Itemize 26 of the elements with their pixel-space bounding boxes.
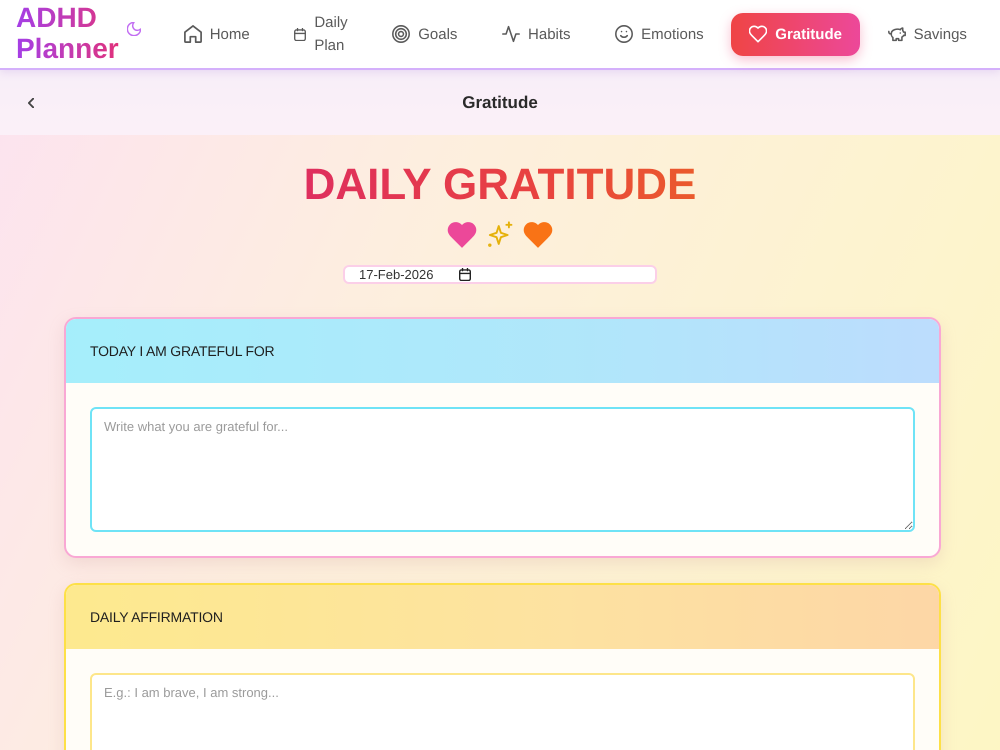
target-icon — [392, 25, 410, 43]
moon-icon[interactable] — [126, 22, 141, 36]
home-icon — [184, 25, 202, 43]
card-title: TODAY I AM GRATEFUL FOR — [90, 343, 274, 359]
nav-tab[interactable]: Goals — [375, 12, 474, 56]
nav-tab[interactable]: Habits — [485, 12, 588, 56]
text-area[interactable]: Write what you are grateful for... — [90, 407, 915, 532]
page-header-title: Gratitude — [462, 92, 538, 112]
chevron-left-icon — [28, 98, 34, 108]
text-area[interactable]: E.g.: I am brave, I am strong... — [90, 673, 915, 750]
date-field[interactable]: 17-Feb-2026 — [343, 265, 657, 284]
calendar-icon[interactable] — [459, 268, 472, 281]
sparkles-icon — [485, 221, 515, 249]
calendar-icon — [294, 28, 306, 40]
piggy-bank-icon — [888, 25, 906, 43]
nav-tab[interactable]: Daily Plan — [277, 1, 365, 67]
nav-tab[interactable]: Home — [166, 12, 267, 56]
nav-tab[interactable]: Gratitude — [731, 12, 860, 56]
pulse-icon — [502, 25, 520, 43]
nav-tab[interactable]: Savings — [870, 12, 984, 56]
card-title: DAILY AFFIRMATION — [90, 609, 223, 625]
heart-icon — [523, 221, 553, 249]
smiley-icon — [615, 25, 634, 43]
nav-tab[interactable]: Emotions — [598, 12, 721, 56]
heart-icon — [749, 25, 768, 43]
heart-icon — [447, 221, 477, 249]
